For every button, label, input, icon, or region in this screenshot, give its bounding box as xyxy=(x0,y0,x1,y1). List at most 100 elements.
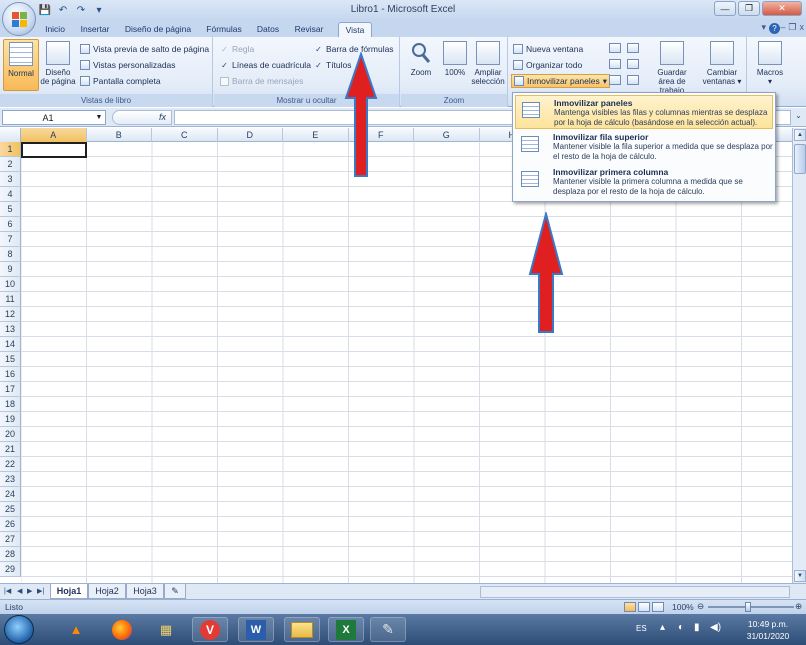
action-center-icon[interactable]: ◐ xyxy=(678,622,684,633)
normal-view-status-icon[interactable] xyxy=(624,602,636,612)
tab-diseno-pagina[interactable]: Diseño de página xyxy=(122,22,194,37)
reset-position-icon[interactable] xyxy=(627,75,639,85)
expand-formula-bar-icon[interactable]: ⌄ xyxy=(793,111,804,124)
zoom-button[interactable]: Zoom xyxy=(403,39,439,91)
workbook-restore-button[interactable]: ❐ xyxy=(788,22,796,33)
vlc-icon[interactable]: ▲ xyxy=(58,617,94,642)
tab-formulas[interactable]: Fórmulas xyxy=(204,22,244,37)
hide-window-icon[interactable] xyxy=(609,59,621,69)
column-header[interactable]: E xyxy=(283,128,349,142)
restore-button[interactable]: ❐ xyxy=(738,1,760,16)
tab-vista[interactable]: Vista xyxy=(338,22,372,37)
row-header[interactable]: 7 xyxy=(0,232,21,247)
cell-area[interactable] xyxy=(21,142,792,583)
volume-icon[interactable]: ◀) xyxy=(710,622,721,633)
insert-sheet-icon[interactable]: ✎ xyxy=(164,584,186,599)
macros-button[interactable]: Macros ▾ xyxy=(752,39,788,91)
select-all-corner[interactable] xyxy=(0,128,21,142)
zoom-out-icon[interactable]: ⊖ xyxy=(697,601,704,612)
row-header[interactable]: 11 xyxy=(0,292,21,307)
page-break-preview-button[interactable]: Vista previa de salto de página xyxy=(80,42,209,56)
scroll-up-icon[interactable]: ▲ xyxy=(794,129,806,141)
tab-datos[interactable]: Datos xyxy=(254,22,282,37)
row-header[interactable]: 3 xyxy=(0,172,21,187)
freeze-panes-button[interactable]: Inmovilizar paneles ▾ xyxy=(511,74,611,88)
zoom-100-button[interactable]: 100% xyxy=(437,39,473,91)
zoom-selection-button[interactable]: Ampliar selección xyxy=(469,39,507,91)
prev-sheet-icon[interactable]: ◀ xyxy=(17,587,22,595)
firefox-icon[interactable] xyxy=(104,617,140,642)
save-workspace-button[interactable]: Guardar área de trabajo xyxy=(649,39,695,95)
new-window-button[interactable]: Nueva ventana xyxy=(513,42,583,56)
row-header[interactable]: 16 xyxy=(0,367,21,382)
column-header[interactable]: D xyxy=(218,128,283,142)
menu-freeze-panes[interactable]: Inmovilizar paneles Mantenga visibles la… xyxy=(515,95,773,129)
row-header[interactable]: 21 xyxy=(0,442,21,457)
zoom-slider[interactable] xyxy=(708,606,794,608)
message-bar-checkbox[interactable]: Barra de mensajes xyxy=(220,74,303,88)
archive-icon[interactable]: ▦ xyxy=(148,617,184,642)
name-box[interactable]: A1 ▼ xyxy=(2,110,106,125)
gridlines-checkbox[interactable]: ✓ Líneas de cuadrícula xyxy=(220,58,311,72)
column-header[interactable]: C xyxy=(152,128,218,142)
page-break-status-icon[interactable] xyxy=(652,602,664,612)
column-header[interactable]: G xyxy=(414,128,480,142)
row-header[interactable]: 24 xyxy=(0,487,21,502)
tray-chevron-icon[interactable]: ▴ xyxy=(660,622,665,633)
row-header[interactable]: 5 xyxy=(0,202,21,217)
menu-freeze-first-column[interactable]: Inmovilizar primera columna Mantener vis… xyxy=(515,165,773,199)
vertical-scrollbar[interactable]: ▲ ▼ xyxy=(792,128,806,583)
row-header[interactable]: 9 xyxy=(0,262,21,277)
sheet-tab-hoja3[interactable]: Hoja3 xyxy=(126,584,164,599)
row-header[interactable]: 10 xyxy=(0,277,21,292)
row-header[interactable]: 20 xyxy=(0,427,21,442)
arrange-all-button[interactable]: Organizar todo xyxy=(513,58,582,72)
column-header[interactable]: A xyxy=(21,128,87,142)
explorer-icon[interactable] xyxy=(284,617,320,642)
clock-time[interactable]: 10:49 p.m. xyxy=(738,619,798,629)
row-header[interactable]: 4 xyxy=(0,187,21,202)
row-header[interactable]: 17 xyxy=(0,382,21,397)
row-header[interactable]: 12 xyxy=(0,307,21,322)
ruler-checkbox[interactable]: ✓ Regla xyxy=(220,42,254,56)
row-header[interactable]: 23 xyxy=(0,472,21,487)
row-header[interactable]: 25 xyxy=(0,502,21,517)
page-layout-status-icon[interactable] xyxy=(638,602,650,612)
word-icon[interactable]: W xyxy=(238,617,274,642)
vivaldi-icon[interactable]: V xyxy=(192,617,228,642)
sheet-tab-hoja2[interactable]: Hoja2 xyxy=(88,584,126,599)
network-icon[interactable]: ▮ xyxy=(694,622,700,633)
chevron-down-icon[interactable]: ▾ xyxy=(761,22,766,33)
full-screen-button[interactable]: Pantalla completa xyxy=(80,74,161,88)
paint-icon[interactable]: ✎ xyxy=(370,617,406,642)
row-header[interactable]: 2 xyxy=(0,157,21,172)
help-icon[interactable]: ? xyxy=(769,23,780,34)
minimize-button[interactable]: — xyxy=(714,1,736,16)
custom-views-button[interactable]: Vistas personalizadas xyxy=(80,58,176,72)
row-header[interactable]: 18 xyxy=(0,397,21,412)
tab-insertar[interactable]: Insertar xyxy=(78,22,112,37)
row-header[interactable]: 8 xyxy=(0,247,21,262)
row-header[interactable]: 22 xyxy=(0,457,21,472)
row-header[interactable]: 1 xyxy=(0,142,21,157)
chevron-down-icon[interactable]: ▼ xyxy=(93,114,105,121)
zoom-level[interactable]: 100% xyxy=(672,602,694,612)
scroll-down-icon[interactable]: ▼ xyxy=(794,570,806,582)
side-by-side-icon[interactable] xyxy=(627,43,639,53)
workbook-close-button[interactable]: x xyxy=(800,22,805,33)
page-layout-button[interactable]: Diseño de página xyxy=(40,39,76,91)
unhide-window-icon[interactable] xyxy=(609,75,621,85)
workbook-minimize-button[interactable]: – xyxy=(780,22,785,33)
column-header[interactable]: B xyxy=(87,128,152,142)
switch-windows-button[interactable]: Cambiar ventanas ▾ xyxy=(699,39,745,91)
next-sheet-icon[interactable]: ▶ xyxy=(27,587,32,595)
first-sheet-icon[interactable]: |◀ xyxy=(4,587,11,595)
split-icon[interactable] xyxy=(609,43,621,53)
scroll-thumb[interactable] xyxy=(794,144,806,174)
row-header[interactable]: 27 xyxy=(0,532,21,547)
office-button[interactable] xyxy=(2,2,36,36)
horizontal-scrollbar[interactable] xyxy=(480,586,790,598)
close-button[interactable]: ✕ xyxy=(762,1,802,16)
language-indicator[interactable]: ES xyxy=(636,624,647,633)
normal-view-button[interactable]: Normal xyxy=(3,39,39,91)
